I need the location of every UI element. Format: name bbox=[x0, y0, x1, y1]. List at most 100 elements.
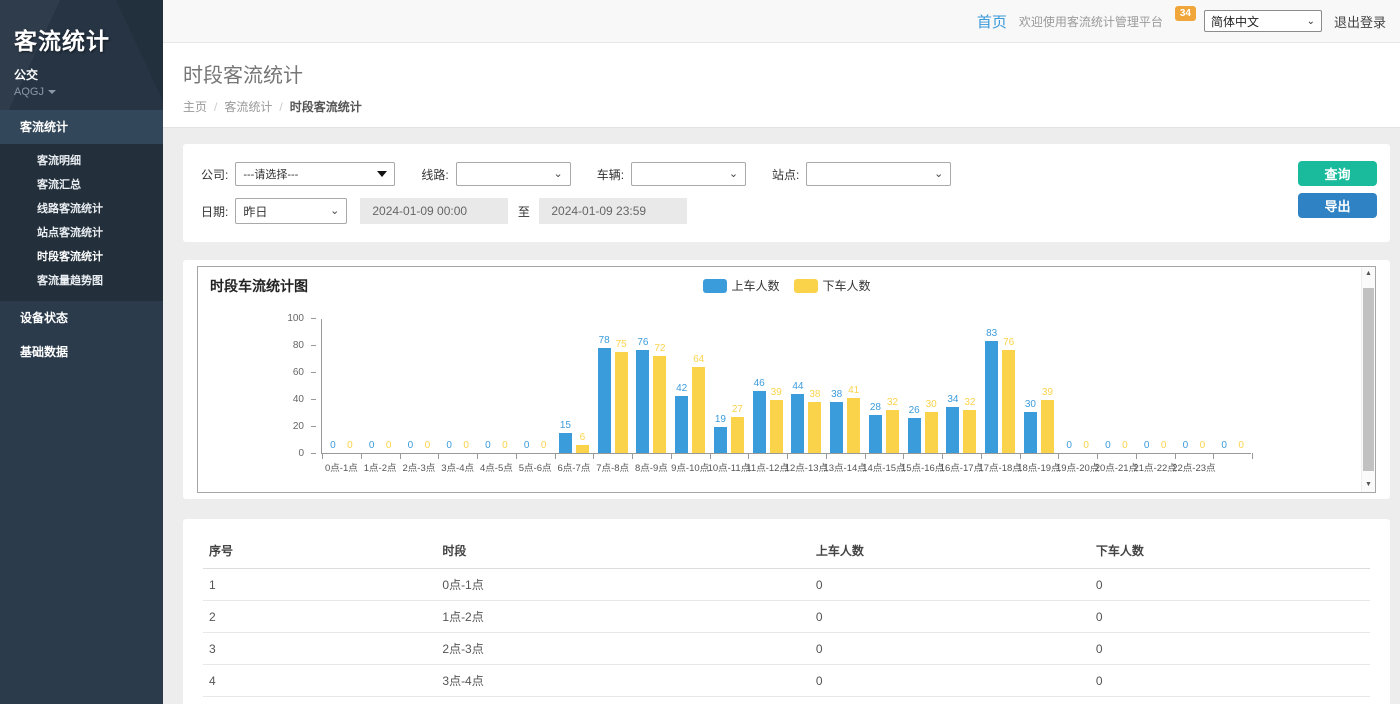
page-header: 时段客流统计 主页/客流统计/时段客流统计 bbox=[163, 43, 1400, 128]
bar-value-label: 15 bbox=[560, 420, 571, 431]
org-code-label: AQGJ bbox=[14, 86, 44, 98]
welcome-text: 欢迎使用客流统计管理平台 bbox=[1019, 13, 1163, 30]
logout-link[interactable]: 退出登录 bbox=[1334, 12, 1386, 31]
bar-group: 0022点-23点 bbox=[1175, 319, 1214, 453]
vehicle-label: 车辆: bbox=[597, 166, 624, 183]
data-table: 序号时段上车人数下车人数 10点-1点0021点-2点0032点-3点0043点… bbox=[203, 533, 1370, 704]
line-label: 线路: bbox=[421, 166, 448, 183]
home-link[interactable]: 首页 bbox=[977, 11, 1007, 32]
bar-value-label: 44 bbox=[792, 381, 803, 392]
table-cell: 3 bbox=[203, 633, 436, 665]
sidebar-subitem[interactable]: 客流量趋势图 bbox=[0, 269, 163, 293]
notification-badge[interactable]: 34 bbox=[1175, 6, 1196, 21]
legend-label: 上车人数 bbox=[731, 277, 779, 294]
bar bbox=[1002, 350, 1015, 453]
bar bbox=[886, 410, 899, 453]
station-label: 站点: bbox=[772, 166, 799, 183]
scroll-up-icon[interactable]: ▲ bbox=[1362, 267, 1375, 281]
x-axis-tick bbox=[671, 453, 672, 459]
language-select[interactable]: 简体中文 ⌄ bbox=[1204, 10, 1322, 32]
sidebar-subitem[interactable]: 站点客流统计 bbox=[0, 221, 163, 245]
date-from-input[interactable]: 2024-01-09 00:00 bbox=[360, 198, 508, 224]
dropdown-arrow-icon bbox=[377, 171, 387, 177]
sidebar-subitem[interactable]: 线路客流统计 bbox=[0, 197, 163, 221]
x-axis-label: 15点-16点 bbox=[901, 460, 944, 474]
org-code-dropdown[interactable]: AQGJ bbox=[14, 86, 149, 98]
table-row: 32点-3点00 bbox=[203, 633, 1370, 665]
table-cell: 0 bbox=[1090, 697, 1370, 704]
line-select[interactable]: ⌄ bbox=[456, 162, 571, 186]
chart-plot: 000点-1点001点-2点002点-3点003点-4点004点-5点005点-… bbox=[321, 319, 1251, 454]
vehicle-select[interactable]: ⌄ bbox=[631, 162, 746, 186]
sidebar-subitem[interactable]: 客流汇总 bbox=[0, 173, 163, 197]
x-axis-tick bbox=[903, 453, 904, 459]
company-label: 公司: bbox=[201, 166, 228, 183]
date-preset-select[interactable]: 昨日 ⌄ bbox=[235, 198, 347, 224]
export-button[interactable]: 导出 bbox=[1298, 193, 1377, 218]
sidebar-item-device-status[interactable]: 设备状态 bbox=[0, 301, 163, 335]
breadcrumb-item[interactable]: 客流统计 bbox=[224, 100, 272, 114]
breadcrumb-separator: / bbox=[214, 100, 217, 114]
bar-value-label: 41 bbox=[848, 385, 859, 396]
scrollbar-thumb[interactable] bbox=[1363, 288, 1374, 471]
bar-group: 303918点-19点 bbox=[1020, 319, 1059, 453]
sidebar-item-base-data[interactable]: 基础数据 bbox=[0, 335, 163, 369]
bar-value-label: 0 bbox=[425, 440, 431, 451]
table-row: 21点-2点00 bbox=[203, 601, 1370, 633]
bar-value-label: 26 bbox=[909, 405, 920, 416]
legend-item[interactable]: 下车人数 bbox=[794, 277, 871, 294]
bar-value-label: 0 bbox=[463, 440, 469, 451]
chart-panel: 时段车流统计图 上车人数下车人数 020406080100 000点-1点001… bbox=[183, 260, 1390, 499]
bar-value-label: 76 bbox=[637, 337, 648, 348]
filter-panel: 公司: ---请选择--- 线路: ⌄ 车辆 bbox=[183, 144, 1390, 242]
sidebar-subitem[interactable]: 客流明细 bbox=[0, 149, 163, 173]
x-axis-label: 18点-19点 bbox=[1017, 460, 1060, 474]
chevron-down-icon: ⌄ bbox=[330, 206, 339, 217]
scroll-down-icon[interactable]: ▼ bbox=[1362, 478, 1375, 492]
breadcrumb-item[interactable]: 主页 bbox=[183, 100, 207, 114]
x-axis-tick bbox=[865, 453, 866, 459]
y-axis-tick bbox=[311, 426, 316, 427]
bar-value-label: 6 bbox=[580, 432, 586, 443]
y-axis-tick bbox=[311, 318, 316, 319]
x-axis-tick bbox=[593, 453, 594, 459]
table-cell: 0 bbox=[1090, 665, 1370, 697]
bar bbox=[1024, 412, 1037, 453]
sidebar-item-passenger-stats[interactable]: 客流统计 bbox=[0, 110, 163, 144]
x-axis-label: 6点-7点 bbox=[558, 460, 591, 474]
bar bbox=[985, 341, 998, 453]
bar-group: 283214点-15点 bbox=[865, 319, 904, 453]
x-axis-tick bbox=[400, 453, 401, 459]
table-cell: 0 bbox=[810, 601, 1090, 633]
bar-value-label: 32 bbox=[964, 397, 975, 408]
station-select[interactable]: ⌄ bbox=[806, 162, 951, 186]
bar-value-label: 34 bbox=[947, 394, 958, 405]
bar-group: 78757点-8点 bbox=[593, 319, 632, 453]
table-cell: 4 bbox=[203, 665, 436, 697]
bar-value-label: 0 bbox=[1183, 440, 1189, 451]
y-axis-label: 0 bbox=[264, 448, 304, 459]
y-axis-label: 80 bbox=[264, 340, 304, 351]
table-cell: 0 bbox=[810, 633, 1090, 665]
x-axis-tick bbox=[1020, 453, 1021, 459]
legend-item[interactable]: 上车人数 bbox=[702, 277, 779, 294]
breadcrumb-separator: / bbox=[279, 100, 282, 114]
x-axis-label: 9点-10点 bbox=[671, 460, 709, 474]
sidebar-subitem[interactable]: 时段客流统计 bbox=[0, 245, 163, 269]
table-cell: 0 bbox=[1090, 633, 1370, 665]
x-axis-tick bbox=[942, 453, 943, 459]
x-axis-tick bbox=[1097, 453, 1098, 459]
company-select[interactable]: ---请选择--- bbox=[235, 162, 395, 186]
bar-value-label: 0 bbox=[485, 440, 491, 451]
chart-scrollbar[interactable]: ▲ ▼ bbox=[1361, 267, 1375, 492]
date-to-input[interactable]: 2024-01-09 23:59 bbox=[539, 198, 687, 224]
y-axis-tick bbox=[311, 453, 316, 454]
x-axis-label: 12点-13点 bbox=[785, 460, 828, 474]
chart-legend: 上车人数下车人数 bbox=[702, 277, 870, 294]
main-area: 首页 欢迎使用客流统计管理平台 34 简体中文 ⌄ 退出登录 时段客流统计 主页… bbox=[163, 0, 1400, 704]
y-axis-label: 100 bbox=[264, 313, 304, 324]
bar-value-label: 0 bbox=[1083, 440, 1089, 451]
bar-value-label: 0 bbox=[1221, 440, 1227, 451]
query-button[interactable]: 查询 bbox=[1298, 161, 1377, 186]
bar-group: 42649点-10点 bbox=[671, 319, 710, 453]
